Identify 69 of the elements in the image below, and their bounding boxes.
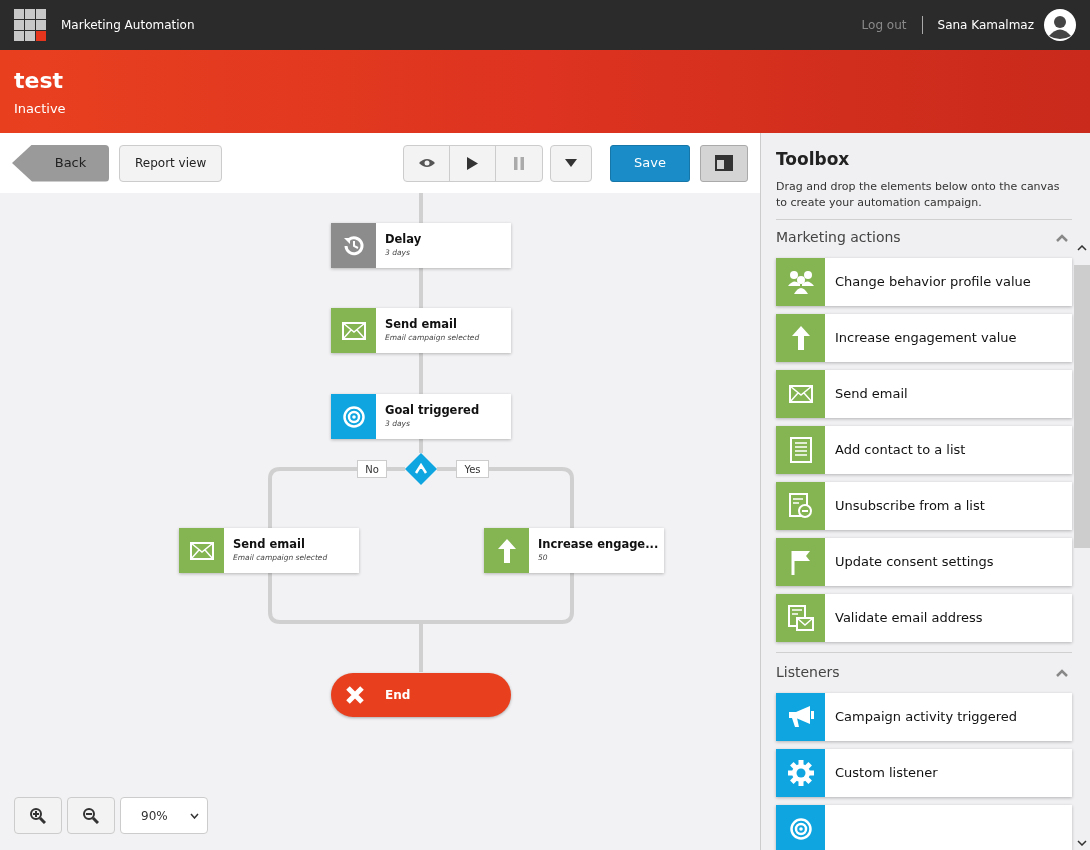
toolbox-item[interactable]: Add contact to a list (776, 425, 1072, 474)
target-icon (789, 817, 812, 840)
connector-line (419, 353, 423, 394)
campaign-name: test (14, 67, 65, 95)
toolbox-item[interactable]: Send email (776, 369, 1072, 418)
toolbox-item[interactable] (776, 804, 1072, 850)
app-grid-icon[interactable] (14, 9, 46, 41)
node-title: Goal triggered (385, 403, 480, 417)
zoom-out-button[interactable] (67, 797, 115, 834)
logout-link[interactable]: Log out (861, 16, 923, 34)
zoom-in-icon (30, 807, 46, 824)
document-minus-icon (788, 492, 813, 519)
node-title: Increase engage... (538, 537, 659, 551)
chevron-down-icon (190, 812, 199, 819)
zoom-select[interactable]: 90% (120, 797, 208, 834)
toolbox-item[interactable]: Change behavior profile value (776, 257, 1072, 306)
envelope-document-icon (787, 604, 814, 631)
layout-toggle-button[interactable] (700, 144, 748, 182)
node-title: Send email (385, 317, 458, 331)
split-diamond-icon[interactable] (405, 453, 437, 485)
user-name[interactable]: Sana Kamalmaz (937, 16, 1034, 34)
list-document-icon (789, 436, 812, 463)
caret-icon (565, 159, 577, 167)
branch-label: No (357, 460, 387, 478)
toolbox-title: Toolbox (776, 148, 851, 171)
zoom-in-button[interactable] (14, 797, 62, 834)
connector-line (419, 439, 423, 453)
toolbox-item[interactable]: Unsubscribe from a list (776, 481, 1072, 530)
toolbox-item[interactable]: Validate email address (776, 593, 1072, 642)
app-title: Marketing Automation (61, 17, 195, 34)
flag-icon (789, 548, 812, 575)
scroll-down-icon[interactable] (1077, 840, 1087, 846)
section-title[interactable]: Marketing actions (776, 227, 1056, 248)
node-title: Send email (233, 537, 306, 551)
report-view-button[interactable]: Report view (119, 144, 223, 182)
chevron-up-icon[interactable] (1056, 233, 1068, 242)
toolbox-item[interactable]: Custom listener (776, 748, 1072, 797)
back-button[interactable]: Back (12, 144, 109, 182)
section-title[interactable]: Listeners (776, 662, 1056, 683)
scroll-up-icon[interactable] (1077, 245, 1087, 251)
save-button[interactable]: Save (610, 144, 690, 182)
up-arrow-icon (497, 538, 516, 563)
toolbox-item[interactable]: Update consent settings (776, 537, 1072, 586)
connector-line (419, 193, 423, 223)
target-icon (342, 405, 365, 428)
branch-label: Yes (456, 460, 489, 478)
chevron-up-icon[interactable] (1056, 668, 1068, 677)
close-icon (345, 685, 365, 705)
envelope-icon (788, 384, 813, 403)
megaphone-icon (787, 704, 814, 729)
zoom-out-icon (83, 807, 99, 824)
up-arrow-icon (791, 325, 810, 350)
scrollbar-thumb[interactable] (1074, 265, 1090, 548)
people-icon (787, 269, 814, 294)
end-node[interactable]: End (331, 673, 511, 717)
dropdown-button[interactable] (550, 144, 592, 182)
envelope-icon (189, 541, 214, 560)
toolbox-item[interactable]: Campaign activity triggered (776, 692, 1072, 741)
play-icon (467, 156, 478, 170)
eye-icon (418, 158, 435, 168)
campaign-status: Inactive (14, 100, 67, 118)
panel-layout-icon (715, 155, 733, 171)
toolbox-description: Drag and drop the elements below onto the canvas to create your automation campaign. (776, 178, 1061, 211)
toolbox-item[interactable]: Increase engagement value (776, 313, 1072, 362)
end-label: End (385, 687, 411, 704)
node-title: Delay (385, 232, 422, 246)
avatar-icon[interactable] (1044, 9, 1076, 41)
connector-line (419, 268, 423, 308)
envelope-icon (341, 321, 366, 340)
